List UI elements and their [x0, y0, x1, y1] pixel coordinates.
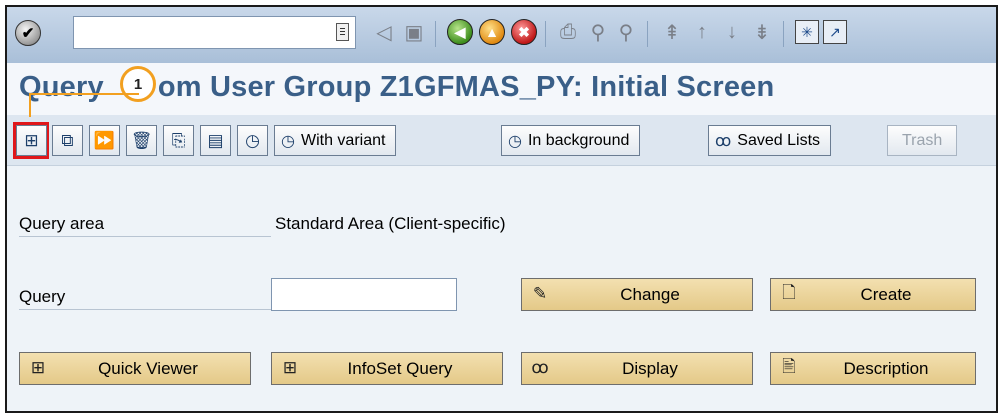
command-history-icon[interactable] [336, 23, 349, 41]
with-variant-label: With variant [300, 131, 386, 149]
with-variant-button[interactable]: ◷ With variant [274, 125, 397, 156]
separator [435, 21, 436, 47]
delete-icon[interactable]: 🗑 [126, 125, 157, 156]
description-document-icon: 🖹 [782, 356, 796, 376]
in-background-label: In background [527, 131, 630, 149]
command-field[interactable] [73, 16, 356, 49]
pencil-icon: ✎ [532, 284, 548, 303]
shortcut-icon[interactable]: ↗ [823, 20, 847, 44]
glasses-icon: ꝏ [715, 132, 732, 150]
saved-lists-label: Saved Lists [737, 131, 821, 149]
change-label: Change [620, 285, 680, 304]
label-underline [19, 309, 271, 310]
save-icon[interactable]: ▣ [401, 18, 427, 46]
infoset-query-button[interactable]: ⊞ InfoSet Query [271, 352, 503, 385]
selection-area: Query area Standard Area (Client-specifi… [7, 166, 996, 411]
display-button[interactable]: ꝏ Display [521, 352, 753, 385]
separator [545, 21, 546, 47]
quick-viewer-icon: ⊞ [30, 358, 46, 377]
title-prefix: Query [19, 71, 104, 103]
quick-viewer-button[interactable]: ⊞ Quick Viewer [19, 352, 251, 385]
application-toolbar: ⊞ ⧉ ⏩ 🗑 ⎘ ▤ ◷ ◷ With variant ◷ In backgr… [7, 115, 996, 166]
copy-icon[interactable]: ⧉ [52, 125, 83, 156]
back-arrow-icon[interactable]: ◁ [371, 18, 397, 46]
print-icon[interactable]: ⎙ [555, 18, 581, 46]
first-page-icon[interactable]: ⇞ [659, 18, 685, 46]
title-bar: Query om User Group Z1GFMAS_PY: Initial S… [7, 63, 996, 115]
create-session-icon[interactable]: ✳ [795, 20, 819, 44]
in-background-button[interactable]: ◷ In background [501, 125, 641, 156]
clock-icon: ◷ [281, 132, 295, 150]
clock-icon: ◷ [508, 132, 522, 150]
description-button[interactable]: 🖹 Description [770, 352, 976, 385]
query-area-value: Standard Area (Client-specific) [275, 214, 506, 233]
change-button[interactable]: ✎ Change [521, 278, 753, 311]
schedule-icon[interactable]: ◷ [237, 125, 268, 156]
infoset-query-label: InfoSet Query [347, 359, 453, 378]
label-underline [19, 236, 271, 237]
description-label: Description [843, 359, 929, 378]
create-button[interactable]: 🗋 Create [770, 278, 976, 311]
transport-icon[interactable]: ⎘ [163, 125, 194, 156]
find-icon[interactable]: ⚲ [585, 18, 611, 46]
enter-checkmark-icon[interactable]: ✔ [15, 20, 41, 46]
new-document-icon: 🗋 [782, 282, 796, 302]
layout-icon[interactable]: ▤ [200, 125, 231, 156]
trash-button[interactable]: Trash [887, 125, 958, 156]
display-label: Display [622, 359, 678, 378]
glasses-icon: ꝏ [531, 358, 549, 377]
previous-page-icon[interactable]: ↑ [689, 18, 715, 46]
title-suffix: om User Group Z1GFMAS_PY: Initial Screen [157, 71, 775, 103]
execute-with-selection-icon[interactable]: ⏩ [89, 125, 120, 156]
create-label: Create [860, 285, 912, 304]
sap-window: ✔ ◁ ▣ ◀ ▲ ✖ ⎙ ⚲ ⚲ ⇞ ↑ ↓ ⇟ ✳ ↗ Query om Us… [5, 5, 998, 413]
infoset-icon: ⊞ [282, 358, 298, 377]
next-page-icon[interactable]: ↓ [719, 18, 745, 46]
last-page-icon[interactable]: ⇟ [749, 18, 775, 46]
query-area-label: Query area [19, 214, 105, 233]
separator [647, 21, 648, 47]
quick-viewer-label: Quick Viewer [98, 359, 198, 378]
query-input[interactable] [271, 278, 457, 311]
system-toolbar: ✔ ◁ ▣ ◀ ▲ ✖ ⎙ ⚲ ⚲ ⇞ ↑ ↓ ⇟ ✳ ↗ [7, 7, 996, 64]
query-label: Query [19, 287, 66, 306]
step-marker: 1 [120, 66, 156, 102]
cancel-red-icon[interactable]: ✖ [511, 19, 537, 45]
exit-orange-icon[interactable]: ▲ [479, 19, 505, 45]
separator [783, 21, 784, 47]
annotation-pointer [29, 93, 139, 117]
find-next-icon[interactable]: ⚲ [613, 18, 639, 46]
back-green-icon[interactable]: ◀ [447, 19, 473, 45]
saved-lists-button[interactable]: ꝏ Saved Lists [708, 125, 832, 156]
execute-icon[interactable]: ⊞ [16, 125, 47, 156]
